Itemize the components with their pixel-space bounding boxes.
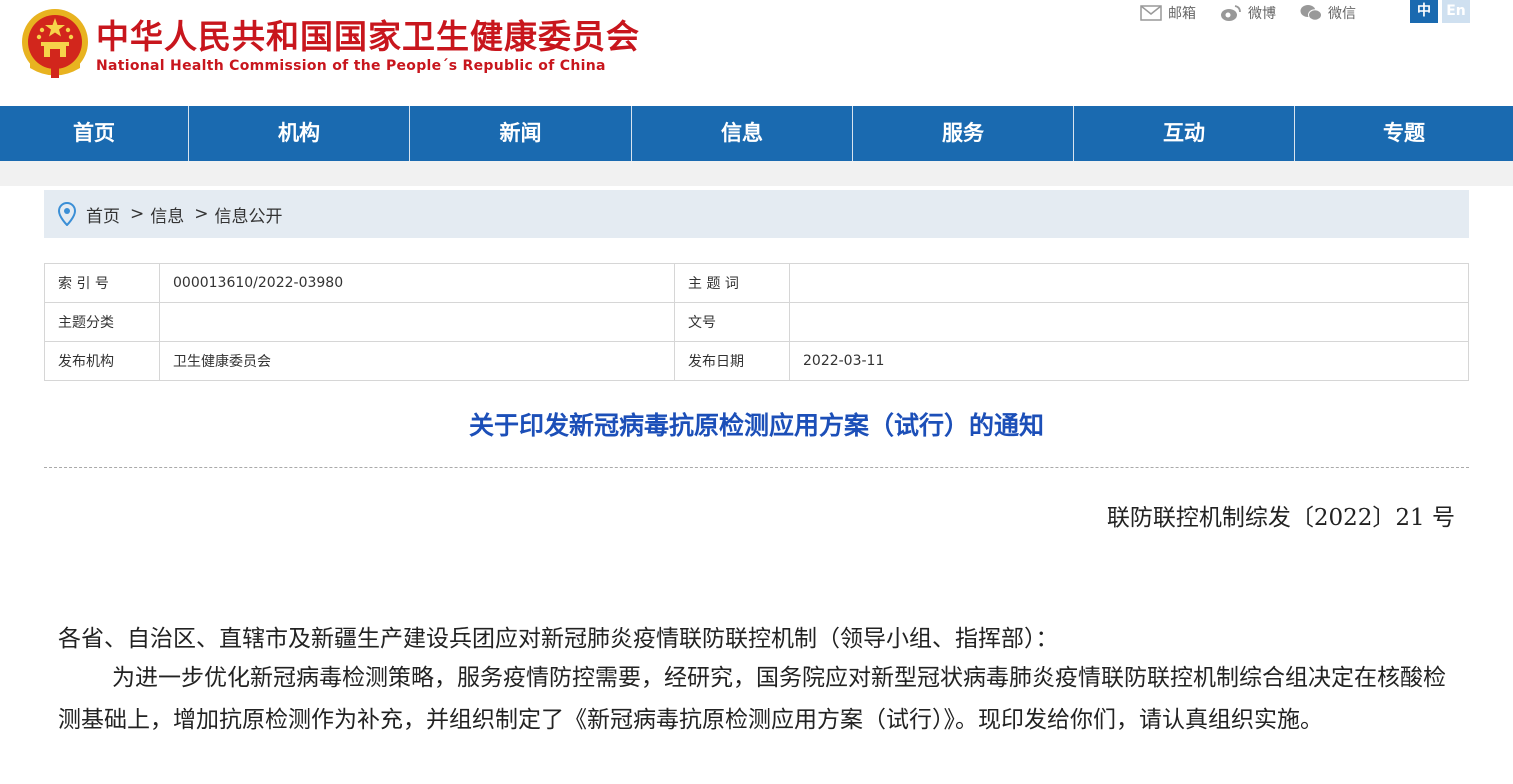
nav-item-org[interactable]: 机构 (189, 106, 410, 161)
location-pin-icon (58, 202, 76, 226)
lang-en-button[interactable]: En (1442, 0, 1470, 23)
meta-value-org: 卫生健康委员会 (159, 341, 675, 381)
meta-label-docnum: 文号 (674, 302, 790, 342)
meta-value-date: 2022-03-11 (789, 341, 1469, 381)
mail-icon (1140, 5, 1162, 21)
mail-link[interactable]: 邮箱 (1140, 3, 1196, 23)
mail-label: 邮箱 (1168, 6, 1196, 22)
meta-value-keyword (789, 263, 1469, 303)
nav-item-home[interactable]: 首页 (0, 106, 189, 161)
meta-value-docnum (789, 302, 1469, 342)
breadcrumb-info[interactable]: 信息 (150, 202, 184, 227)
breadcrumb-home[interactable]: 首页 (86, 202, 120, 227)
meta-value-category (159, 302, 675, 342)
weibo-link[interactable]: 微博 (1220, 3, 1276, 23)
site-title-en[interactable]: National Health Commission of the People… (96, 58, 606, 74)
meta-label-date: 发布日期 (674, 341, 790, 381)
nav-item-topics[interactable]: 专题 (1295, 106, 1513, 161)
wechat-link[interactable]: 微信 (1300, 3, 1356, 23)
document-title: 关于印发新冠病毒抗原检测应用方案（试行）的通知 (468, 411, 1044, 440)
language-switch: 中 En (1410, 0, 1470, 23)
breadcrumb-public-info[interactable]: 信息公开 (215, 202, 283, 227)
breadcrumb-separator: > (130, 204, 145, 224)
breadcrumb: 首页 > 信息 > 信息公开 (44, 190, 1469, 238)
meta-label-category: 主题分类 (44, 302, 160, 342)
weibo-icon (1221, 5, 1241, 21)
lang-zh-button[interactable]: 中 (1410, 0, 1438, 23)
site-title-cn[interactable]: 中华人民共和国国家卫生健康委员会 (96, 10, 640, 58)
document-meta-table: 索 引 号 000013610/2022-03980 主 题 词 主题分类 文号… (44, 263, 1469, 381)
meta-row: 主题分类 文号 (44, 302, 1469, 342)
national-emblem-logo[interactable] (20, 8, 90, 80)
meta-label-org: 发布机构 (44, 341, 160, 381)
weibo-label: 微博 (1248, 6, 1276, 22)
meta-row: 发布机构 卫生健康委员会 发布日期 2022-03-11 (44, 341, 1469, 381)
document-number: 联防联控机制综发〔2022〕21 号 (1106, 505, 1455, 531)
main-nav: 首页 机构 新闻 信息 服务 互动 专题 (0, 106, 1513, 161)
site-header: 中华人民共和国国家卫生健康委员会 National Health Commiss… (0, 0, 1513, 106)
top-links: 邮箱 微博 微信 (1140, 3, 1380, 23)
meta-label-keyword: 主 题 词 (674, 263, 790, 303)
meta-row: 索 引 号 000013610/2022-03980 主 题 词 (44, 263, 1469, 303)
wechat-icon (1300, 5, 1322, 21)
breadcrumb-separator: > (194, 204, 209, 224)
nav-item-service[interactable]: 服务 (853, 106, 1074, 161)
nav-divider-band (0, 161, 1513, 186)
title-divider (44, 467, 1469, 468)
meta-label-index: 索 引 号 (44, 263, 160, 303)
nav-item-info[interactable]: 信息 (632, 106, 853, 161)
document-salutation: 各省、自治区、直辖市及新疆生产建设兵团应对新冠肺炎疫情联防联控机制（领导小组、指… (58, 626, 1059, 652)
nav-item-news[interactable]: 新闻 (410, 106, 632, 161)
document-paragraph: 为进一步优化新冠病毒检测策略，服务疫情防控需要，经研究，国务院应对新型冠状病毒肺… (58, 665, 1446, 733)
wechat-label: 微信 (1328, 6, 1356, 22)
nav-item-interact[interactable]: 互动 (1074, 106, 1295, 161)
meta-value-index: 000013610/2022-03980 (159, 263, 675, 303)
